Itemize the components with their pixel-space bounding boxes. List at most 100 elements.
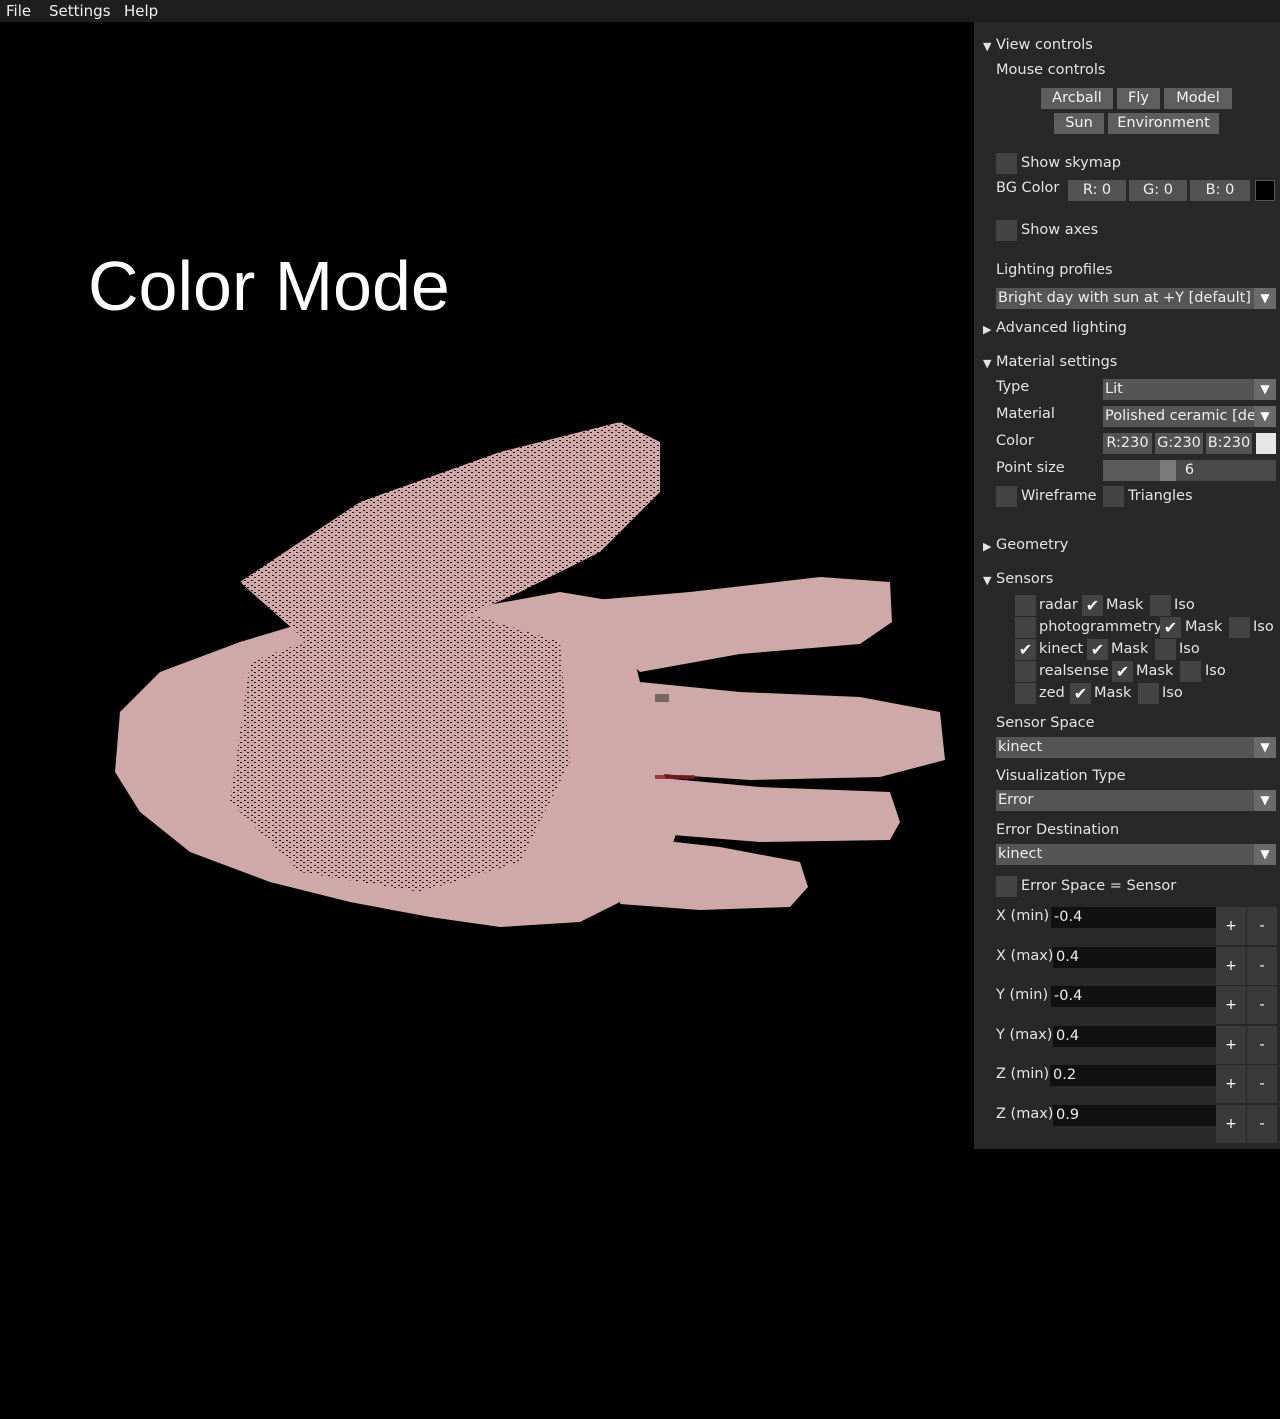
y-max-input[interactable]: 0.4 <box>1053 1026 1216 1047</box>
collapse-arrow-icon[interactable]: ▼ <box>983 574 991 587</box>
lighting-profiles-label: Lighting profiles <box>996 262 1113 278</box>
sensor-photogrammetry-checkbox[interactable] <box>1015 617 1036 638</box>
x-min-input[interactable]: -0.4 <box>1051 907 1216 928</box>
dropdown-arrow-icon: ▼ <box>1254 790 1276 811</box>
expand-arrow-icon[interactable]: ▶ <box>983 323 991 336</box>
z-max-decrement-button[interactable]: - <box>1247 1105 1277 1143</box>
error-space-sensor-checkbox[interactable] <box>996 876 1017 897</box>
sensor-realsense-iso-checkbox[interactable] <box>1180 661 1201 682</box>
bg-color-b-field[interactable]: B: 0 <box>1190 180 1250 201</box>
fly-button[interactable]: Fly <box>1117 88 1160 109</box>
menu-settings[interactable]: Settings <box>49 2 111 20</box>
x-min-increment-button[interactable]: + <box>1216 907 1246 945</box>
sun-button[interactable]: Sun <box>1054 113 1104 134</box>
visualization-type-value: Error <box>998 792 1034 808</box>
y-min-increment-button[interactable]: + <box>1216 986 1246 1024</box>
point-size-value: 6 <box>1184 462 1195 478</box>
y-max-increment-button[interactable]: + <box>1216 1026 1246 1064</box>
sensor-radar-iso-checkbox[interactable] <box>1150 595 1171 616</box>
x-max-label: X (max) <box>996 948 1054 964</box>
z-min-increment-button[interactable]: + <box>1216 1065 1246 1103</box>
environment-button[interactable]: Environment <box>1108 113 1219 134</box>
bg-color-r-field[interactable]: R: 0 <box>1068 180 1126 201</box>
sensor-realsense-mask-checkbox[interactable]: ✔ <box>1112 661 1133 682</box>
lighting-profile-dropdown[interactable]: Bright day with sun at +Y [default] ▼ <box>996 288 1276 309</box>
checkmark-icon: ✔ <box>1090 640 1105 659</box>
sensor-kinect-mask-label: Mask <box>1111 641 1149 657</box>
checkmark-icon: ✔ <box>1085 596 1100 615</box>
y-min-input[interactable]: -0.4 <box>1051 986 1216 1007</box>
show-axes-checkbox[interactable] <box>996 220 1017 241</box>
sensor-kinect-iso-checkbox[interactable] <box>1155 639 1176 660</box>
sensor-zed-label: zed <box>1039 685 1065 701</box>
menu-file[interactable]: File <box>6 2 31 20</box>
sensor-photogrammetry-iso-checkbox[interactable] <box>1229 617 1250 638</box>
triangles-checkbox[interactable] <box>1103 486 1124 507</box>
sensor-kinect-checkbox[interactable]: ✔ <box>1015 639 1036 660</box>
show-skymap-label: Show skymap <box>1021 155 1121 171</box>
view-controls-header[interactable]: View controls <box>996 37 1093 53</box>
y-min-decrement-button[interactable]: - <box>1247 986 1277 1024</box>
z-max-input[interactable]: 0.9 <box>1053 1105 1216 1126</box>
sensor-space-label: Sensor Space <box>996 715 1095 731</box>
sensor-space-dropdown[interactable]: kinect ▼ <box>996 737 1276 758</box>
color-r-field[interactable]: R:230 <box>1103 433 1152 454</box>
sensor-radar-mask-checkbox[interactable]: ✔ <box>1082 595 1103 616</box>
material-dropdown[interactable]: Polished ceramic [default] ▼ <box>1103 406 1276 427</box>
sensor-photogrammetry-mask-checkbox[interactable]: ✔ <box>1160 617 1181 638</box>
sensor-photogrammetry-iso-label: Iso <box>1253 619 1274 635</box>
bg-color-g-field[interactable]: G: 0 <box>1129 180 1187 201</box>
scene-viewport[interactable]: Color Mode <box>0 22 974 1419</box>
sensor-radar-mask-label: Mask <box>1106 597 1144 613</box>
x-max-increment-button[interactable]: + <box>1216 947 1246 985</box>
color-g-field[interactable]: G:230 <box>1155 433 1203 454</box>
error-destination-dropdown[interactable]: kinect ▼ <box>996 844 1276 865</box>
show-skymap-checkbox[interactable] <box>996 153 1017 174</box>
sensors-header[interactable]: Sensors <box>996 571 1053 587</box>
dropdown-arrow-icon: ▼ <box>1254 288 1276 309</box>
sensor-radar-iso-label: Iso <box>1174 597 1195 613</box>
collapse-arrow-icon[interactable]: ▼ <box>983 357 991 370</box>
bg-color-label: BG Color <box>996 180 1060 196</box>
visualization-type-dropdown[interactable]: Error ▼ <box>996 790 1276 811</box>
color-b-field[interactable]: B:230 <box>1206 433 1252 454</box>
wireframe-label: Wireframe <box>1021 488 1097 504</box>
y-max-decrement-button[interactable]: - <box>1247 1026 1277 1064</box>
bg-color-swatch[interactable] <box>1255 180 1275 201</box>
z-max-increment-button[interactable]: + <box>1216 1105 1246 1143</box>
expand-arrow-icon[interactable]: ▶ <box>983 540 991 553</box>
sensor-zed-checkbox[interactable] <box>1015 683 1036 704</box>
z-min-decrement-button[interactable]: - <box>1247 1065 1277 1103</box>
sensor-radar-checkbox[interactable] <box>1015 595 1036 616</box>
z-min-input[interactable]: 0.2 <box>1050 1065 1216 1086</box>
sensor-kinect-mask-checkbox[interactable]: ✔ <box>1087 639 1108 660</box>
sensor-radar-label: radar <box>1039 597 1078 613</box>
sensor-realsense-checkbox[interactable] <box>1015 661 1036 682</box>
material-value: Polished ceramic [default] <box>1105 408 1276 424</box>
material-label: Material <box>996 406 1055 422</box>
advanced-lighting-header[interactable]: Advanced lighting <box>996 320 1127 336</box>
checkmark-icon: ✔ <box>1115 662 1130 681</box>
collapse-arrow-icon[interactable]: ▼ <box>983 40 991 53</box>
triangles-label: Triangles <box>1128 488 1193 504</box>
x-min-decrement-button[interactable]: - <box>1247 907 1277 945</box>
sensor-photogrammetry-mask-label: Mask <box>1185 619 1223 635</box>
arcball-button[interactable]: Arcball <box>1041 88 1113 109</box>
color-swatch[interactable] <box>1256 433 1276 454</box>
x-max-input[interactable]: 0.4 <box>1053 947 1216 968</box>
menu-bar: File Settings Help <box>0 0 1280 22</box>
z-max-label: Z (max) <box>996 1106 1054 1122</box>
model-button[interactable]: Model <box>1164 88 1232 109</box>
sensor-zed-mask-checkbox[interactable]: ✔ <box>1070 683 1091 704</box>
type-label: Type <box>996 379 1030 395</box>
dropdown-arrow-icon: ▼ <box>1254 379 1276 400</box>
type-dropdown[interactable]: Lit ▼ <box>1103 379 1276 400</box>
material-settings-header[interactable]: Material settings <box>996 354 1117 370</box>
lighting-profile-value: Bright day with sun at +Y [default] <box>998 290 1251 306</box>
menu-help[interactable]: Help <box>124 2 158 20</box>
wireframe-checkbox[interactable] <box>996 486 1017 507</box>
geometry-header[interactable]: Geometry <box>996 537 1068 553</box>
x-max-decrement-button[interactable]: - <box>1247 947 1277 985</box>
point-size-slider[interactable]: 6 <box>1103 460 1276 481</box>
sensor-zed-iso-checkbox[interactable] <box>1138 683 1159 704</box>
